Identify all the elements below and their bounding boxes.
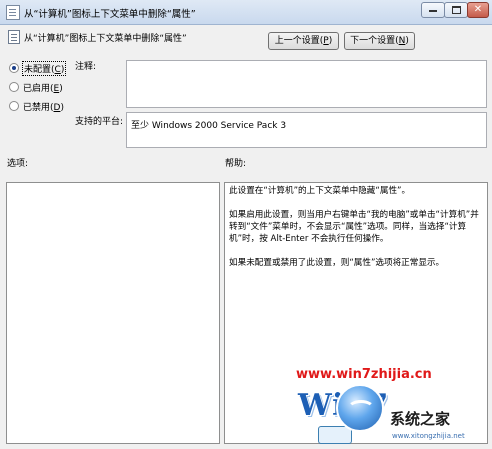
watermark-site-url: www.xitongzhijia.net xyxy=(392,432,465,440)
next-setting-suffix: ) xyxy=(405,36,409,46)
next-setting-label: 下一个设置( xyxy=(350,36,399,46)
watermark-globe-icon xyxy=(336,384,384,432)
maximize-icon xyxy=(451,6,461,14)
help-paragraph: 如果未配置或禁用了此设置，则“属性”选项将正常显示。 xyxy=(229,258,445,268)
previous-setting-suffix: ) xyxy=(328,36,333,46)
title-bar: 从“计算机”图标上下文菜单中删除“属性” ✕ xyxy=(0,0,492,25)
minimize-button[interactable] xyxy=(421,2,445,18)
policy-document-icon xyxy=(6,5,20,20)
previous-setting-button[interactable]: 上一个设置(P) xyxy=(268,32,339,50)
options-panel xyxy=(6,182,220,444)
help-label: 帮助: xyxy=(225,159,247,169)
options-label: 选项: xyxy=(7,159,29,169)
maximize-button[interactable] xyxy=(444,2,468,18)
previous-setting-label: 上一个设置( xyxy=(274,36,324,46)
radio-not-configured-label: 未配置(C) xyxy=(21,60,67,76)
comment-textarea[interactable] xyxy=(126,60,487,108)
close-icon: ✕ xyxy=(473,4,483,15)
window-title: 从“计算机”图标上下文菜单中删除“属性” xyxy=(24,9,196,20)
platform-value: 至少 Windows 2000 Service Pack 3 xyxy=(131,121,287,131)
watermark-url: www.win7zhijia.cn xyxy=(296,367,432,382)
minimize-icon xyxy=(429,10,437,12)
comment-label: 注释: xyxy=(75,62,97,72)
radio-button-checked[interactable] xyxy=(9,63,19,73)
radio-enabled-label: 已启用(E) xyxy=(23,83,63,94)
next-setting-button[interactable]: 下一个设置(N) xyxy=(344,32,415,50)
help-paragraph: 如果启用此设置，则当用户右键单击“我的电脑”或单击“计算机”并转到“文件”菜单时… xyxy=(229,210,479,244)
radio-button[interactable] xyxy=(9,101,19,111)
radio-button[interactable] xyxy=(9,82,19,92)
help-paragraph: 此设置在“计算机”的上下文菜单中隐藏“属性”。 xyxy=(229,186,411,196)
radio-enabled[interactable]: 已启用(E) xyxy=(9,80,63,94)
watermark-site-name: 系统之家 xyxy=(390,410,451,428)
setting-document-icon xyxy=(8,30,20,44)
platform-label: 支持的平台: xyxy=(75,117,124,127)
radio-disabled-label: 已禁用(D) xyxy=(23,102,64,113)
radio-disabled[interactable]: 已禁用(D) xyxy=(9,99,64,113)
radio-not-configured[interactable]: 未配置(C) xyxy=(9,60,67,76)
platform-field: 至少 Windows 2000 Service Pack 3 xyxy=(126,112,487,148)
close-button[interactable]: ✕ xyxy=(467,2,489,18)
setting-title: 从“计算机”图标上下文菜单中删除“属性” xyxy=(24,34,187,44)
